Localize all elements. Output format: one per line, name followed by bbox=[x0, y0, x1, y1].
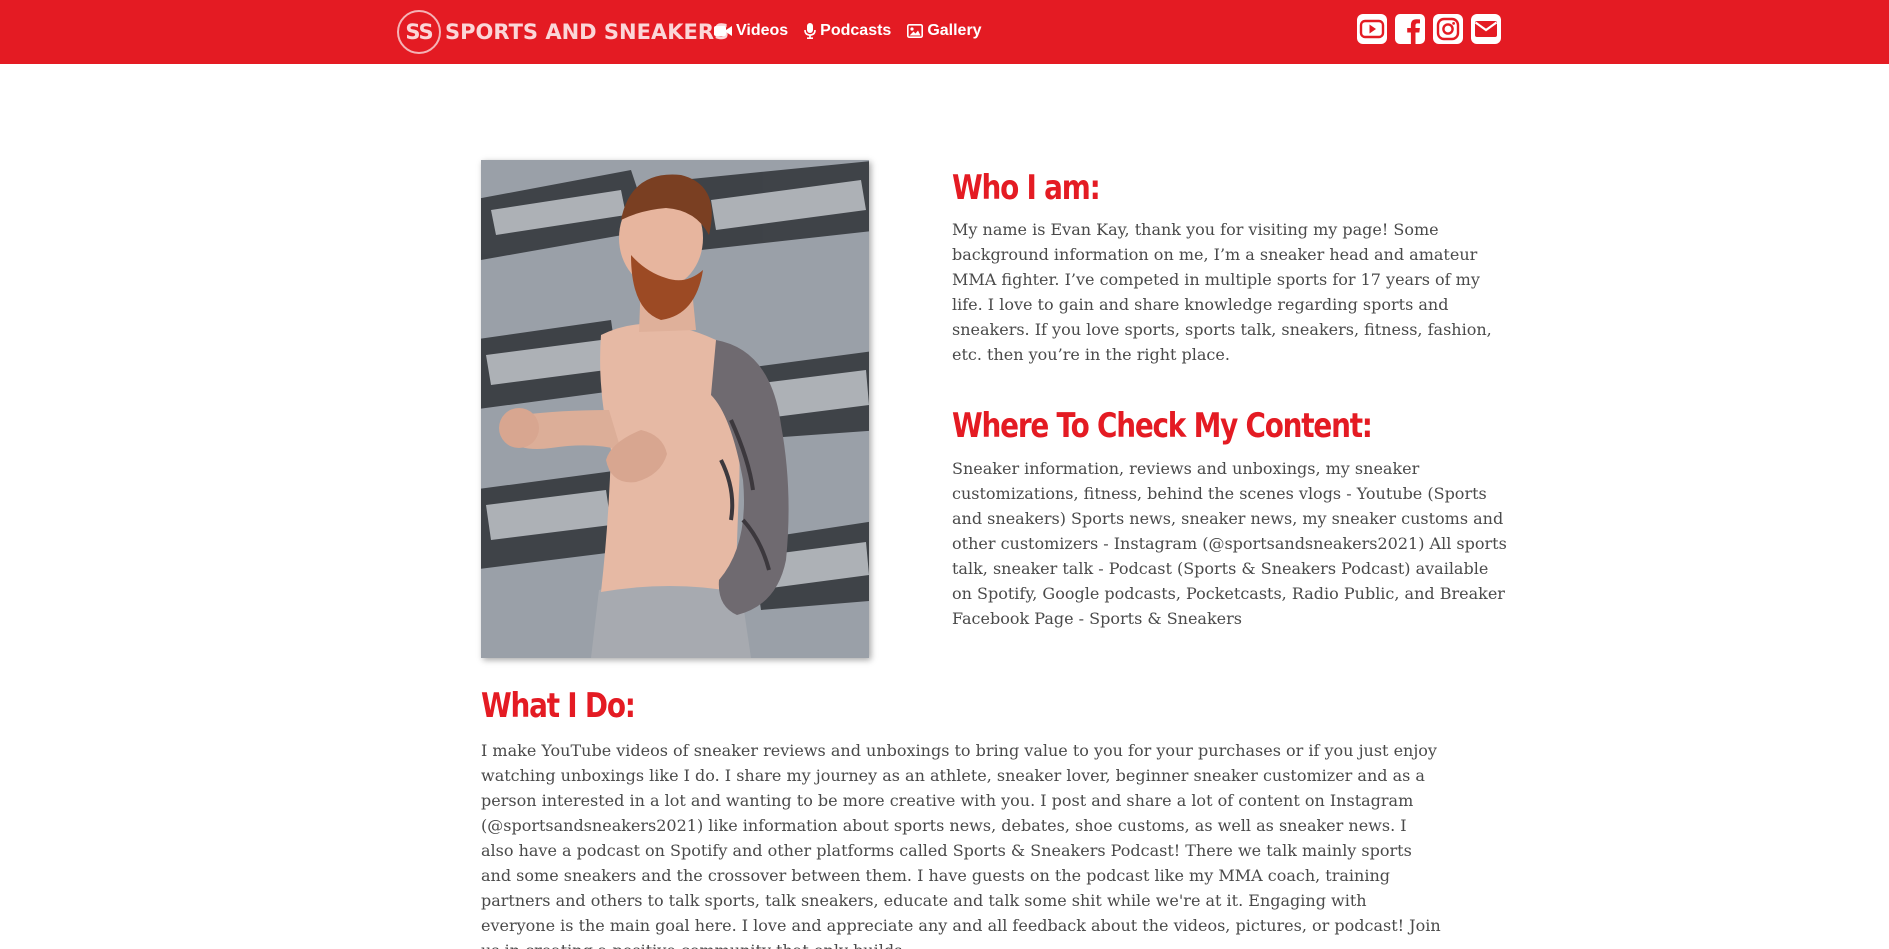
social-links bbox=[1357, 14, 1501, 44]
profile-photo bbox=[481, 160, 869, 658]
microphone-icon bbox=[804, 23, 816, 39]
video-camera-icon bbox=[714, 24, 732, 38]
instagram-link[interactable] bbox=[1433, 14, 1463, 44]
who-text: My name is Evan Kay, thank you for visit… bbox=[952, 220, 1492, 364]
nav-link-gallery[interactable]: Gallery bbox=[907, 22, 982, 40]
nav-link-label: Podcasts bbox=[820, 22, 892, 39]
youtube-link[interactable] bbox=[1357, 14, 1387, 44]
where-heading: Where To Check My Content: bbox=[952, 406, 1373, 446]
where-text: Sneaker information, reviews and unboxin… bbox=[952, 459, 1507, 628]
image-icon bbox=[907, 24, 924, 38]
facebook-icon bbox=[1395, 14, 1425, 44]
instagram-icon bbox=[1433, 14, 1463, 44]
who-heading: Who I am: bbox=[952, 168, 1101, 208]
nav-link-videos[interactable]: Videos bbox=[714, 22, 788, 40]
top-navbar: SS SPORTS AND SNEAKERS Videos Podcasts G… bbox=[0, 0, 1889, 64]
brand-home-link[interactable]: SS SPORTS AND SNEAKERS bbox=[397, 10, 729, 54]
nav-link-label: Videos bbox=[736, 22, 789, 39]
what-text: I make YouTube videos of sneaker reviews… bbox=[481, 741, 1441, 949]
nav-link-label: Gallery bbox=[927, 22, 982, 39]
facebook-link[interactable] bbox=[1395, 14, 1425, 44]
email-link[interactable] bbox=[1471, 14, 1501, 44]
nav-link-podcasts[interactable]: Podcasts bbox=[804, 22, 891, 40]
brand-name: SPORTS AND SNEAKERS bbox=[445, 20, 730, 44]
envelope-icon bbox=[1471, 14, 1501, 44]
main-nav: Videos Podcasts Gallery bbox=[714, 22, 982, 40]
youtube-icon bbox=[1357, 14, 1387, 44]
brand-logo: SS bbox=[397, 10, 441, 54]
what-heading: What I Do: bbox=[481, 686, 636, 726]
